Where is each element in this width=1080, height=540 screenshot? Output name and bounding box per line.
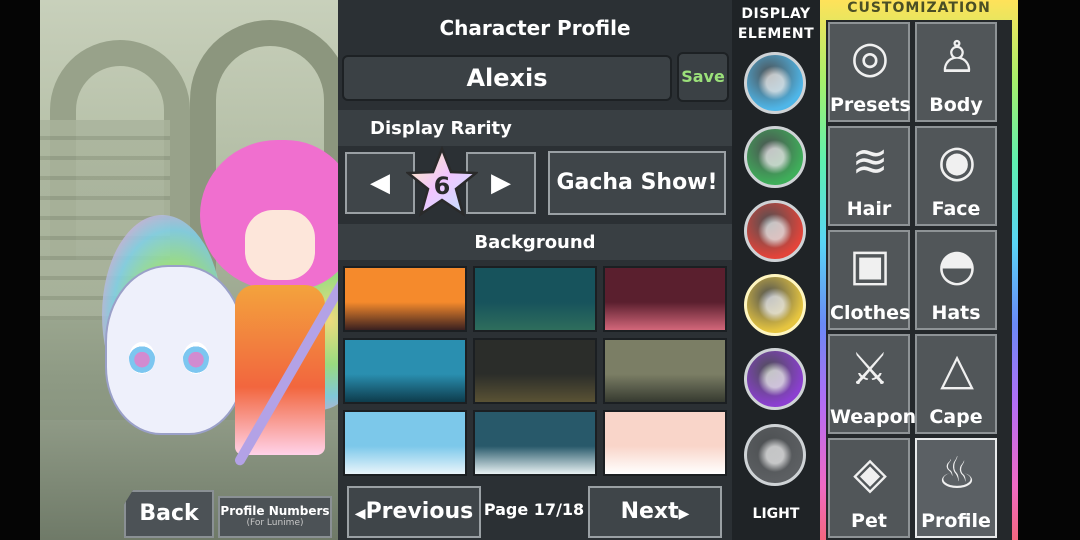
customization-label: Weapon bbox=[830, 406, 917, 428]
background-thumb-night-graveyard-teal[interactable] bbox=[473, 266, 597, 332]
character-body bbox=[235, 285, 325, 455]
element-title-line1: DISPLAY bbox=[741, 6, 811, 22]
profile-numbers-label: Profile Numbers bbox=[220, 504, 330, 518]
customization-weapon-button[interactable]: ⚔ Weapon bbox=[828, 334, 917, 434]
customization-label: Pet bbox=[851, 510, 887, 532]
shirt-icon: ▣ bbox=[849, 240, 891, 291]
element-nature-button[interactable] bbox=[744, 126, 806, 188]
customization-label: Profile bbox=[921, 510, 991, 532]
background-thumb-halloween-graveyard-orange[interactable] bbox=[343, 266, 467, 332]
rarity-prev-button[interactable]: ◀ bbox=[345, 152, 415, 214]
element-title-line2: ELEMENT bbox=[737, 26, 815, 42]
next-label: Next bbox=[620, 499, 679, 524]
triangle-right-icon: ▶ bbox=[491, 168, 511, 198]
customization-label: Hair bbox=[846, 198, 892, 220]
customization-face-button[interactable]: ◉ Face bbox=[915, 126, 997, 226]
customization-label: Cape bbox=[929, 406, 983, 428]
element-column: DISPLAY ELEMENT LIGHT bbox=[732, 0, 820, 540]
element-title: DISPLAY ELEMENT bbox=[732, 4, 820, 44]
background-thumb-christmas-tree[interactable] bbox=[473, 410, 597, 476]
customization-presets-button[interactable]: ◎ Presets bbox=[828, 22, 911, 122]
background-thumb-bats-teal-night[interactable] bbox=[343, 338, 467, 404]
background-grid bbox=[343, 266, 727, 476]
cat-icon: ◈ bbox=[853, 448, 887, 499]
pet-eye bbox=[129, 342, 155, 374]
eye-icon: ◉ bbox=[937, 136, 977, 187]
customization-clothes-button[interactable]: ▣ Clothes bbox=[828, 230, 910, 330]
hair-icon: ≋ bbox=[851, 136, 889, 187]
previous-button[interactable]: ◀Previous bbox=[347, 486, 481, 538]
customization-profile-button[interactable]: ♨ Profile bbox=[915, 438, 997, 538]
light-icon bbox=[755, 285, 795, 325]
customization-label: Presets bbox=[830, 94, 911, 116]
panel-title: Character Profile bbox=[439, 16, 631, 40]
element-fire-button[interactable] bbox=[744, 200, 806, 262]
flame-icon: ♨ bbox=[937, 448, 977, 499]
next-button[interactable]: Next▶ bbox=[588, 486, 722, 538]
save-button[interactable]: Save bbox=[677, 52, 729, 102]
dagger-icon: ⚔ bbox=[850, 344, 890, 395]
water-icon bbox=[755, 63, 795, 103]
body-icon: ♙ bbox=[937, 32, 977, 83]
element-water-button[interactable] bbox=[744, 52, 806, 114]
background-thumb-igloo-snow[interactable] bbox=[343, 410, 467, 476]
customization-cape-button[interactable]: △ Cape bbox=[915, 334, 997, 434]
previous-label: Previous bbox=[365, 499, 474, 524]
customization-label: Body bbox=[929, 94, 983, 116]
customization-label: Hats bbox=[931, 302, 981, 324]
customization-pet-button[interactable]: ◈ Pet bbox=[828, 438, 910, 538]
background-thumb-dark-forest-eyes[interactable] bbox=[473, 338, 597, 404]
page-indicator: Page 17/18 bbox=[483, 500, 585, 519]
right-frame bbox=[1018, 0, 1080, 540]
triangle-left-icon: ◀ bbox=[354, 506, 366, 522]
customization-label: Face bbox=[931, 198, 981, 220]
background-title: Background bbox=[474, 232, 596, 253]
pet-cat bbox=[105, 265, 245, 435]
profile-numbers-button[interactable]: Profile Numbers (For Lunime) bbox=[218, 496, 332, 538]
triangle-right-icon: ▶ bbox=[678, 506, 690, 522]
customization-body-button[interactable]: ♙ Body bbox=[915, 22, 997, 122]
dark-icon bbox=[755, 359, 795, 399]
character-face bbox=[245, 210, 315, 280]
selected-element-label: LIGHT bbox=[752, 506, 800, 522]
cap-icon: ◓ bbox=[937, 240, 977, 291]
element-light-button[interactable] bbox=[744, 274, 806, 336]
background-thumb-misty-graveyard[interactable] bbox=[603, 338, 727, 404]
fire-icon bbox=[755, 211, 795, 251]
profile-numbers-sublabel: (For Lunime) bbox=[246, 518, 304, 528]
customization-panel: CUSTOMIZATION ◎ Presets ♙ Body ≋ Hair ◉ Face ▣ Cl… bbox=[820, 0, 1018, 540]
background-thumb-haunted-house[interactable] bbox=[603, 266, 727, 332]
character-preview bbox=[40, 0, 338, 540]
name-field[interactable]: Alexis bbox=[342, 55, 672, 101]
cape-icon: △ bbox=[940, 344, 974, 395]
element-neutral-button[interactable] bbox=[744, 424, 806, 486]
customization-hair-button[interactable]: ≋ Hair bbox=[828, 126, 910, 226]
rarity-title: Display Rarity bbox=[370, 118, 512, 139]
customization-title: CUSTOMIZATION bbox=[847, 0, 991, 16]
rarity-value: 6 bbox=[434, 172, 451, 200]
gacha-show-button[interactable]: Gacha Show! bbox=[548, 151, 726, 215]
rarity-star-icon: 6 bbox=[406, 146, 478, 217]
element-dark-button[interactable] bbox=[744, 348, 806, 410]
customization-hats-button[interactable]: ◓ Hats bbox=[915, 230, 997, 330]
left-frame bbox=[0, 0, 40, 540]
back-button[interactable]: Back bbox=[124, 490, 214, 538]
triangle-left-icon: ◀ bbox=[370, 168, 390, 198]
background-thumb-snowy-town[interactable] bbox=[603, 410, 727, 476]
swirl-icon: ◎ bbox=[850, 32, 890, 83]
pet-eye bbox=[183, 342, 209, 374]
neutral-icon bbox=[755, 435, 795, 475]
customization-label: Clothes bbox=[830, 302, 911, 324]
nature-icon bbox=[755, 137, 795, 177]
